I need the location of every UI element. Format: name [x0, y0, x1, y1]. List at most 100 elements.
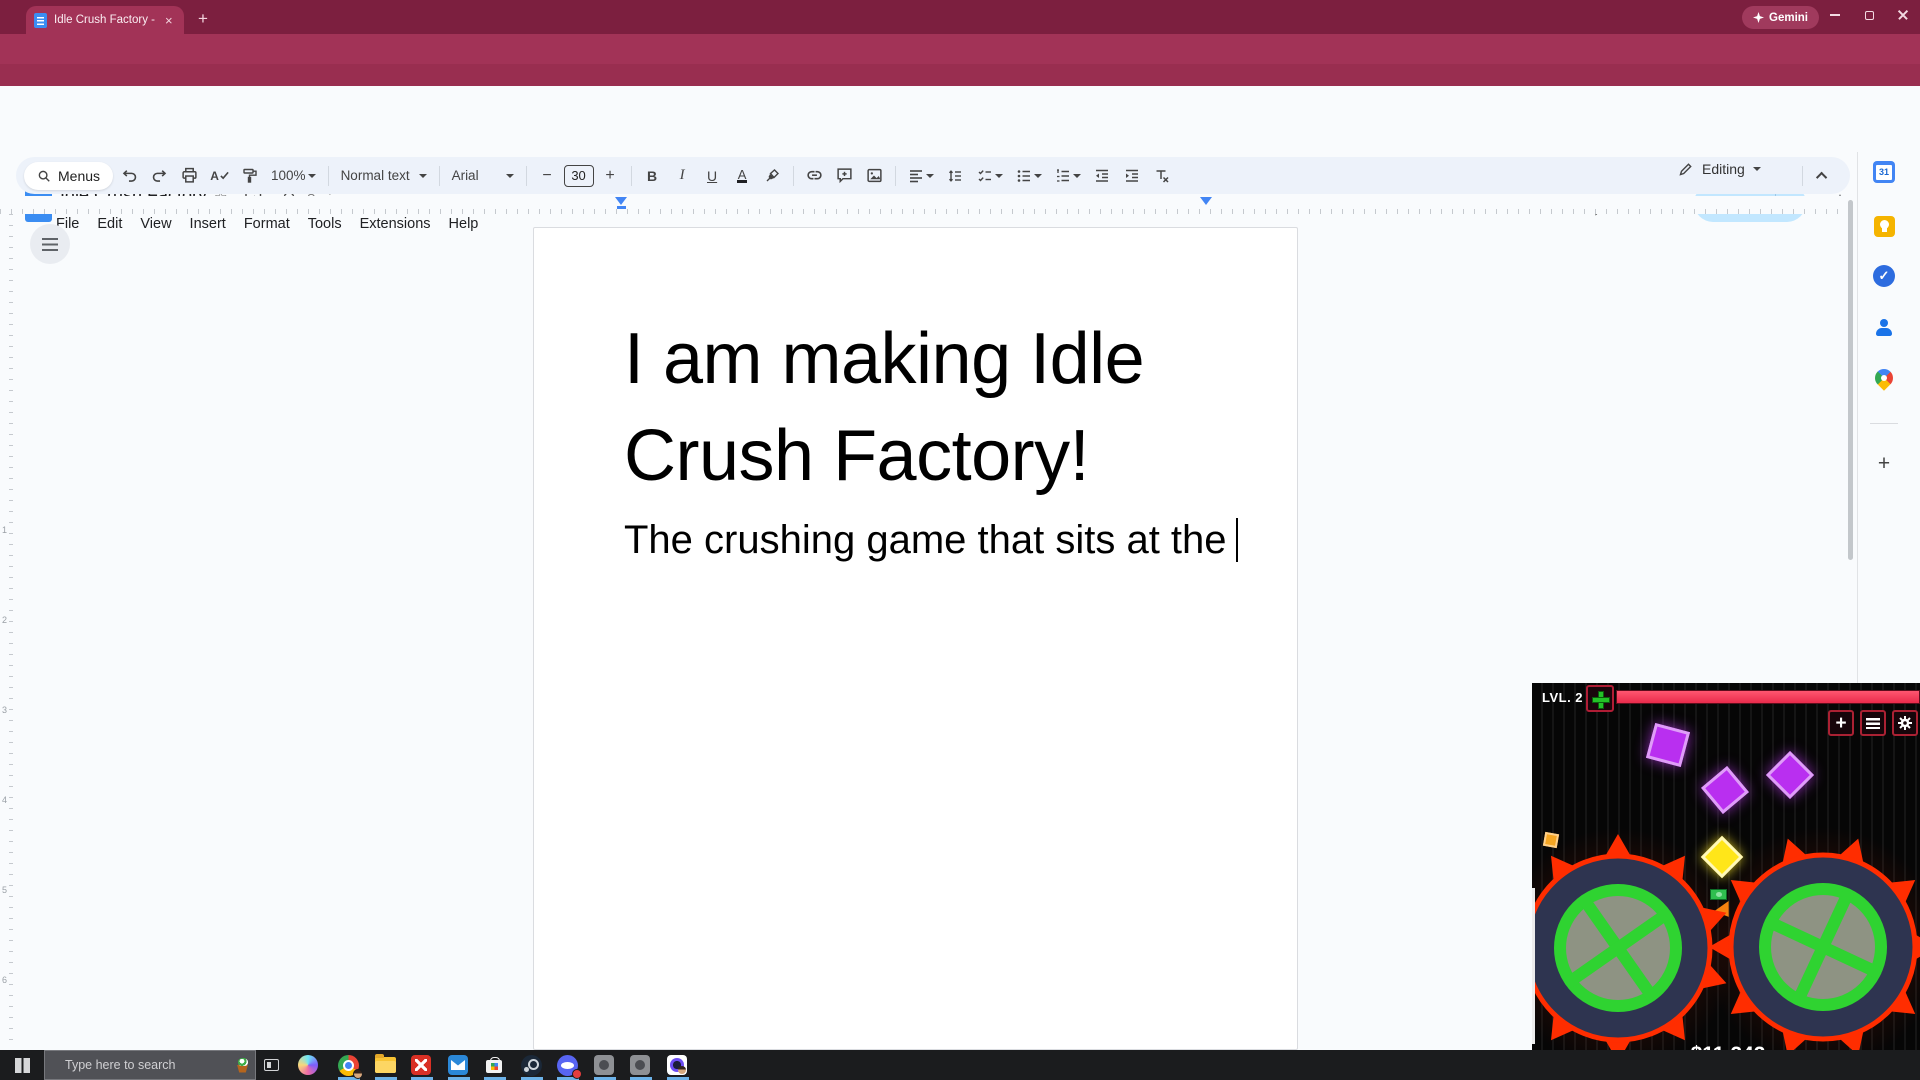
menu-view[interactable]: View: [132, 213, 179, 235]
taskbar-search[interactable]: [44, 1050, 256, 1080]
insert-link-button[interactable]: [801, 163, 828, 189]
pencil-icon: [1678, 161, 1694, 177]
right-indent-marker[interactable]: [1200, 197, 1212, 205]
numbered-list-button[interactable]: [1050, 163, 1086, 189]
hanging-indent-marker[interactable]: [617, 206, 626, 209]
spellcheck-button[interactable]: A: [206, 163, 233, 189]
game-left-edge-highlight: [1532, 888, 1535, 1044]
editing-caret-icon: [1753, 167, 1761, 171]
maps-icon[interactable]: [1872, 366, 1896, 390]
increase-indent-button[interactable]: [1119, 163, 1146, 189]
bold-button[interactable]: B: [639, 163, 666, 189]
active-indicator: [448, 1077, 470, 1080]
new-tab-button[interactable]: +: [198, 9, 208, 29]
editing-mode-select[interactable]: Editing: [1678, 161, 1761, 177]
contacts-icon[interactable]: [1872, 316, 1896, 340]
line-spacing-button[interactable]: [942, 163, 969, 189]
heading-line-2: Crush Factory!: [624, 408, 1144, 505]
increase-font-size-button[interactable]: +: [597, 163, 624, 189]
menu-help[interactable]: Help: [441, 213, 487, 235]
gemini-button[interactable]: Gemini: [1742, 6, 1819, 29]
insert-image-button[interactable]: [861, 163, 888, 189]
active-indicator: [375, 1077, 397, 1080]
menu-tools[interactable]: Tools: [300, 213, 350, 235]
font-size-input[interactable]: 30: [564, 165, 594, 187]
decrease-indent-button[interactable]: [1089, 163, 1116, 189]
hamburger-icon: [1866, 718, 1880, 729]
taskbar-purple-app-icon[interactable]: [665, 1053, 689, 1077]
taskbar-explorer-icon[interactable]: [373, 1053, 397, 1077]
idle-crush-factory-game[interactable]: LVL. 2 +: [1532, 683, 1920, 1080]
checklist-button[interactable]: [972, 163, 1008, 189]
toolbar-separator: [439, 166, 440, 186]
active-indicator: [667, 1077, 689, 1080]
vruler-number: 6: [2, 975, 7, 985]
paint-format-button[interactable]: [236, 163, 263, 189]
align-button[interactable]: [903, 163, 939, 189]
underline-button[interactable]: U: [699, 163, 726, 189]
bulleted-list-button[interactable]: [1011, 163, 1047, 189]
outline-icon: [42, 238, 58, 251]
zoom-select[interactable]: 100%: [266, 163, 321, 189]
highlight-color-button[interactable]: [759, 163, 786, 189]
calendar-icon[interactable]: 31: [1872, 160, 1896, 184]
window-close-button[interactable]: [1886, 0, 1920, 30]
game-settings-button[interactable]: [1892, 710, 1918, 736]
toolbar-separator: [793, 166, 794, 186]
decrease-font-size-button[interactable]: −: [534, 163, 561, 189]
show-outline-button[interactable]: [30, 224, 70, 264]
menu-edit[interactable]: Edit: [89, 213, 130, 235]
taskbar-discord-icon[interactable]: [555, 1053, 579, 1077]
active-indicator: [630, 1077, 652, 1080]
browser-tabstrip: Idle Crush Factory - Google Docs × + Gem…: [0, 0, 1920, 34]
add-comment-button[interactable]: [831, 163, 858, 189]
browser-tab[interactable]: Idle Crush Factory - Google Docs ×: [26, 6, 184, 34]
undo-button[interactable]: [116, 163, 143, 189]
font-select[interactable]: Arial: [447, 163, 519, 189]
taskbar-chrome-icon[interactable]: [336, 1053, 360, 1077]
get-addons-button[interactable]: +: [1872, 452, 1896, 476]
document-page[interactable]: I am making Idle Crush Factory! The crus…: [533, 227, 1298, 1050]
zoom-caret-icon: [308, 174, 316, 178]
game-add-button[interactable]: +: [1828, 710, 1854, 736]
menu-extensions[interactable]: Extensions: [352, 213, 439, 235]
copilot-button[interactable]: [296, 1053, 320, 1077]
windows-taskbar: [0, 1050, 1920, 1080]
taskbar-mail-icon[interactable]: [446, 1053, 470, 1077]
docs-menubar: File Edit View Insert Format Tools Exten…: [48, 213, 486, 235]
taskbar-game-app-icon[interactable]: [592, 1053, 616, 1077]
game-menu-button[interactable]: [1860, 710, 1886, 736]
keep-icon[interactable]: [1872, 214, 1896, 238]
crusher-wheel-right[interactable]: [1708, 832, 1920, 1062]
game-level-add-button[interactable]: [1586, 685, 1614, 712]
italic-button[interactable]: I: [669, 163, 696, 189]
taskbar-app-red-icon[interactable]: [409, 1053, 433, 1077]
taskbar-search-input[interactable]: [63, 1057, 228, 1073]
tab-close-icon[interactable]: ×: [165, 14, 173, 27]
tasks-icon[interactable]: ✓: [1872, 264, 1896, 288]
print-button[interactable]: [176, 163, 203, 189]
clear-formatting-button[interactable]: [1149, 163, 1176, 189]
menus-search-button[interactable]: Menus: [24, 162, 113, 190]
task-view-button[interactable]: [259, 1053, 283, 1077]
redo-button[interactable]: [146, 163, 173, 189]
game-level-label: LVL. 2: [1542, 690, 1583, 705]
align-caret-icon: [926, 174, 934, 178]
document-scrollbar[interactable]: [1848, 200, 1853, 560]
window-restore-button[interactable]: [1852, 0, 1886, 30]
menu-insert[interactable]: Insert: [182, 213, 234, 235]
gear-icon: [1897, 715, 1913, 731]
menu-format[interactable]: Format: [236, 213, 298, 235]
styles-select[interactable]: Normal text: [336, 163, 432, 189]
taskbar-game-app-icon-2[interactable]: [628, 1053, 652, 1077]
left-indent-marker[interactable]: [615, 197, 627, 205]
window-minimize-button[interactable]: [1818, 0, 1852, 30]
crusher-wheel-left[interactable]: [1532, 833, 1733, 1063]
font-caret-icon: [506, 174, 514, 178]
taskbar-steam-icon[interactable]: [519, 1053, 543, 1077]
active-indicator: [594, 1077, 616, 1080]
taskbar-store-icon[interactable]: [482, 1053, 506, 1077]
start-button[interactable]: [0, 1050, 44, 1080]
hide-menus-button[interactable]: [1812, 165, 1834, 187]
text-color-button[interactable]: A: [729, 163, 756, 189]
